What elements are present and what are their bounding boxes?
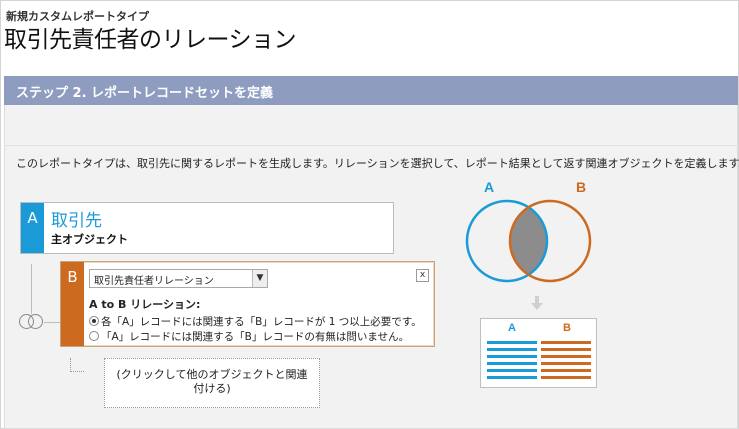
relation-option-label: 各「A」レコードには関連する「B」レコードが 1 つ以上必要です。 [101, 316, 422, 328]
object-b-letter: B [61, 262, 84, 346]
add-related-object-button[interactable]: (クリックして他のオブジェクトと関連付ける) [104, 358, 320, 408]
result-col-b: B [563, 322, 571, 334]
object-b-select-value: 取引先責任者リレーション [94, 276, 214, 287]
connector-line [31, 264, 32, 314]
venn-label-a: A [484, 179, 494, 195]
relation-label: A to B リレーション: [89, 298, 201, 311]
remove-object-button[interactable]: x [416, 269, 429, 282]
object-a-subtitle: 主オブジェクト [51, 233, 128, 246]
relation-option-required[interactable]: 各「A」レコードには関連する「B」レコードが 1 つ以上必要です。 [89, 314, 422, 329]
step-description: このレポートタイプは、取引先に関するレポートを生成します。リレーションを選択して… [16, 157, 739, 170]
venn-diagram: A B [465, 179, 592, 283]
result-col-a: A [508, 322, 516, 334]
arrow-down-icon [531, 296, 543, 310]
object-a-letter: A [21, 203, 44, 253]
primary-object-box: A 取引先 主オブジェクト [20, 202, 394, 254]
step-title: ステップ 2. レポートレコードセットを定義 [16, 86, 274, 101]
venn-label-b: B [576, 179, 586, 195]
relation-option-label: 「A」レコードには関連する「B」レコードの有無は問いません。 [101, 331, 410, 343]
page-title: 取引先責任者のリレーション [4, 27, 297, 53]
radio-button[interactable] [89, 316, 99, 326]
result-preview: A B [480, 318, 597, 388]
result-table-icon: A B [487, 322, 591, 379]
link-rings-icon [19, 314, 45, 330]
object-a-name: 取引先 [51, 211, 102, 231]
connector-line [70, 358, 84, 372]
related-object-box: B 取引先責任者リレーション ▼ x A to B リレーション: 各「A」レコ… [60, 261, 435, 347]
relation-option-optional[interactable]: 「A」レコードには関連する「B」レコードの有無は問いません。 [89, 329, 409, 344]
divider [4, 145, 738, 146]
object-b-select[interactable]: 取引先責任者リレーション ▼ [89, 269, 268, 288]
radio-button[interactable] [89, 331, 99, 341]
chevron-down-icon[interactable]: ▼ [252, 270, 267, 287]
step-header: ステップ 2. レポートレコードセットを定義 [4, 76, 738, 105]
